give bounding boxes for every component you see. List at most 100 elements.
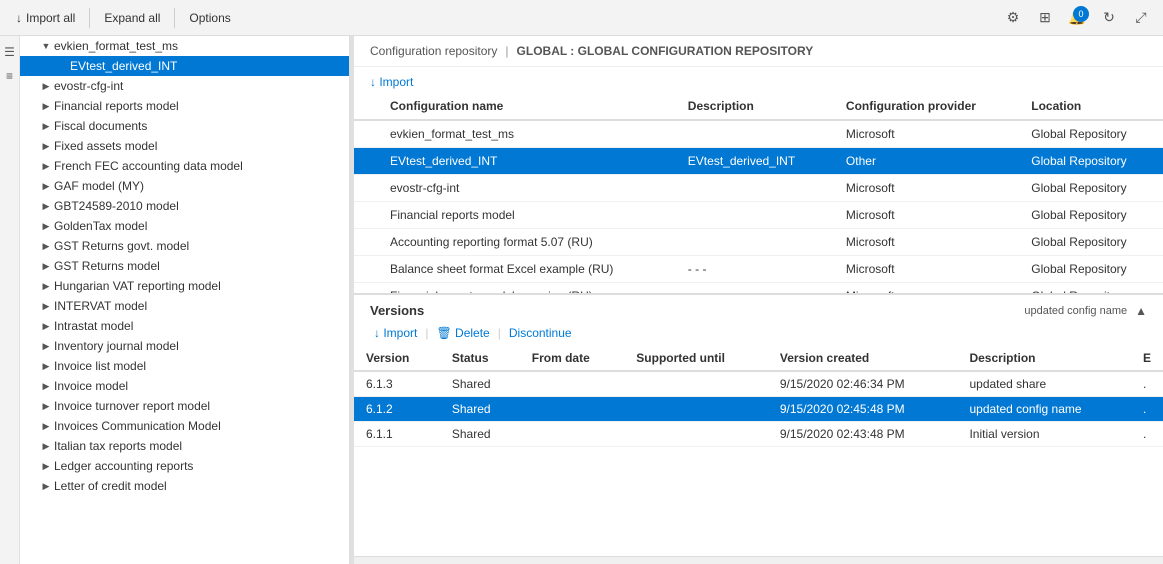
config-row-desc (676, 120, 834, 148)
tree-item[interactable]: ▶Letter of credit model (20, 476, 349, 496)
tree-expand-icon: ▶ (40, 400, 52, 412)
tree-item[interactable]: ▼evkien_format_test_ms (20, 36, 349, 56)
tree-item[interactable]: ▶French FEC accounting data model (20, 156, 349, 176)
toolbar-sep-2 (174, 8, 175, 28)
config-row-desc: EVtest_derived_INT (676, 148, 834, 175)
tree-item[interactable]: ▶Ledger accounting reports (20, 456, 349, 476)
versions-sep-1: | (425, 326, 428, 340)
tree-expand-icon: ▶ (40, 140, 52, 152)
tree-item[interactable]: ▶Invoice list model (20, 356, 349, 376)
tree-item-label: Invoice model (54, 379, 128, 393)
layout-icon-button[interactable]: ⊞ (1031, 4, 1059, 32)
config-table-row[interactable]: Financial reports model mapping (RU)Micr… (354, 283, 1163, 294)
tree-item[interactable]: ▶INTERVAT model (20, 296, 349, 316)
versions-import-button[interactable]: ↓ Import (370, 324, 421, 342)
vrow-from (520, 397, 625, 422)
tree-item[interactable]: ▶Invoices Communication Model (20, 416, 349, 436)
config-table-row[interactable]: evkien_format_test_msMicrosoftGlobal Rep… (354, 120, 1163, 148)
vrow-from (520, 422, 625, 447)
config-row-provider: Microsoft (834, 175, 1019, 202)
versions-table-row[interactable]: 6.1.1Shared9/15/2020 02:43:48 PMInitial … (354, 422, 1163, 447)
tree-item-label: GST Returns model (54, 259, 160, 273)
tree-item-label: Italian tax reports model (54, 439, 182, 453)
config-table-wrap: Configuration name Description Configura… (354, 93, 1163, 293)
left-actions: ☰ ≡ (0, 36, 20, 564)
versions-title: Versions (370, 303, 1024, 318)
config-row-desc (676, 229, 834, 256)
versions-table-row[interactable]: 6.1.2Shared9/15/2020 02:45:48 PMupdated … (354, 397, 1163, 422)
vrow-created: 9/15/2020 02:43:48 PM (768, 422, 958, 447)
expand-all-button[interactable]: Expand all (96, 7, 168, 29)
tree-item[interactable]: ▶GST Returns govt. model (20, 236, 349, 256)
tree-item-label: Intrastat model (54, 319, 133, 333)
tree-item[interactable]: ▶Italian tax reports model (20, 436, 349, 456)
tree-expand-icon: ▶ (40, 80, 52, 92)
config-table-row[interactable]: Accounting reporting format 5.07 (RU)Mic… (354, 229, 1163, 256)
tree-item-label: Fiscal documents (54, 119, 147, 133)
settings-icon-button[interactable]: ⚙ (999, 4, 1027, 32)
tree-item[interactable]: EVtest_derived_INT (20, 56, 349, 76)
config-table-row[interactable]: EVtest_derived_INTEVtest_derived_INTOthe… (354, 148, 1163, 175)
tree-item[interactable]: ▶GAF model (MY) (20, 176, 349, 196)
tree-item[interactable]: ▶Invoice model (20, 376, 349, 396)
tree-item[interactable]: ▶Financial reports model (20, 96, 349, 116)
config-row-provider: Microsoft (834, 283, 1019, 294)
config-row-name: Financial reports model (378, 202, 676, 229)
tree-item-label: GBT24589-2010 model (54, 199, 179, 213)
tree-expand-icon: ▶ (40, 340, 52, 352)
refresh-button[interactable]: ↻ (1095, 4, 1123, 32)
right-panel: Configuration repository | GLOBAL : GLOB… (354, 36, 1163, 564)
list-icon[interactable]: ≡ (2, 68, 18, 84)
top-toolbar: ↓ Import all Expand all Options ⚙ ⊞ 🔔 0 … (0, 0, 1163, 36)
tree-item[interactable]: ▶GST Returns model (20, 256, 349, 276)
vrow-version: 6.1.3 (354, 371, 440, 397)
maximize-button[interactable]: ⤢ (1127, 4, 1155, 32)
toolbar-icons: ⚙ ⊞ 🔔 0 ↻ ⤢ (999, 4, 1155, 32)
import-all-icon: ↓ (16, 11, 22, 25)
bottom-scrollbar[interactable] (354, 556, 1163, 564)
col-provider: Configuration provider (834, 93, 1019, 120)
config-table-row[interactable]: Balance sheet format Excel example (RU)-… (354, 256, 1163, 283)
tree-item[interactable]: ▶Fiscal documents (20, 116, 349, 136)
tree-expand-icon: ▶ (40, 240, 52, 252)
tree-item-label: GST Returns govt. model (54, 239, 189, 253)
tree-item[interactable]: ▶GoldenTax model (20, 216, 349, 236)
versions-collapse-icon[interactable]: ▲ (1135, 304, 1147, 318)
tree-item-label: Invoices Communication Model (54, 419, 221, 433)
tree-expand-icon: ▶ (40, 120, 52, 132)
tree-expand-icon: ▶ (40, 260, 52, 272)
tree-item-label: Invoice list model (54, 359, 146, 373)
vcol-e: E (1131, 346, 1163, 371)
import-all-button[interactable]: ↓ Import all (8, 7, 83, 29)
main-import-button[interactable]: ↓ Import (370, 75, 413, 89)
config-row-desc (676, 283, 834, 294)
vrow-version: 6.1.2 (354, 397, 440, 422)
tree-expand-icon: ▶ (40, 160, 52, 172)
versions-delete-button[interactable]: 🗑 Delete (432, 324, 493, 342)
tree-item[interactable]: ▶Inventory journal model (20, 336, 349, 356)
versions-table-row[interactable]: 6.1.3Shared9/15/2020 02:46:34 PMupdated … (354, 371, 1163, 397)
versions-discontinue-button[interactable]: Discontinue (505, 324, 576, 342)
tree-item-label: GAF model (MY) (54, 179, 144, 193)
config-table-row[interactable]: evostr-cfg-intMicrosoftGlobal Repository (354, 175, 1163, 202)
vrow-e: . (1131, 422, 1163, 447)
vrow-desc: updated config name (957, 397, 1131, 422)
config-table-row[interactable]: Financial reports modelMicrosoftGlobal R… (354, 202, 1163, 229)
tree-item-label: INTERVAT model (54, 299, 147, 313)
vrow-until (624, 397, 768, 422)
config-table: Configuration name Description Configura… (354, 93, 1163, 293)
options-button[interactable]: Options (181, 7, 238, 29)
tree-item[interactable]: ▶Fixed assets model (20, 136, 349, 156)
tree-item[interactable]: ▶evostr-cfg-int (20, 76, 349, 96)
filter-icon[interactable]: ☰ (2, 44, 18, 60)
tree-item[interactable]: ▶Intrastat model (20, 316, 349, 336)
config-row-name: EVtest_derived_INT (378, 148, 676, 175)
tree-item[interactable]: ▶Invoice turnover report model (20, 396, 349, 416)
col-location: Location (1019, 93, 1163, 120)
config-row-name: evkien_format_test_ms (378, 120, 676, 148)
tree-item-label: GoldenTax model (54, 219, 147, 233)
col-check (354, 93, 378, 120)
tree-item[interactable]: ▶Hungarian VAT reporting model (20, 276, 349, 296)
tree-item[interactable]: ▶GBT24589-2010 model (20, 196, 349, 216)
options-label: Options (189, 11, 230, 25)
